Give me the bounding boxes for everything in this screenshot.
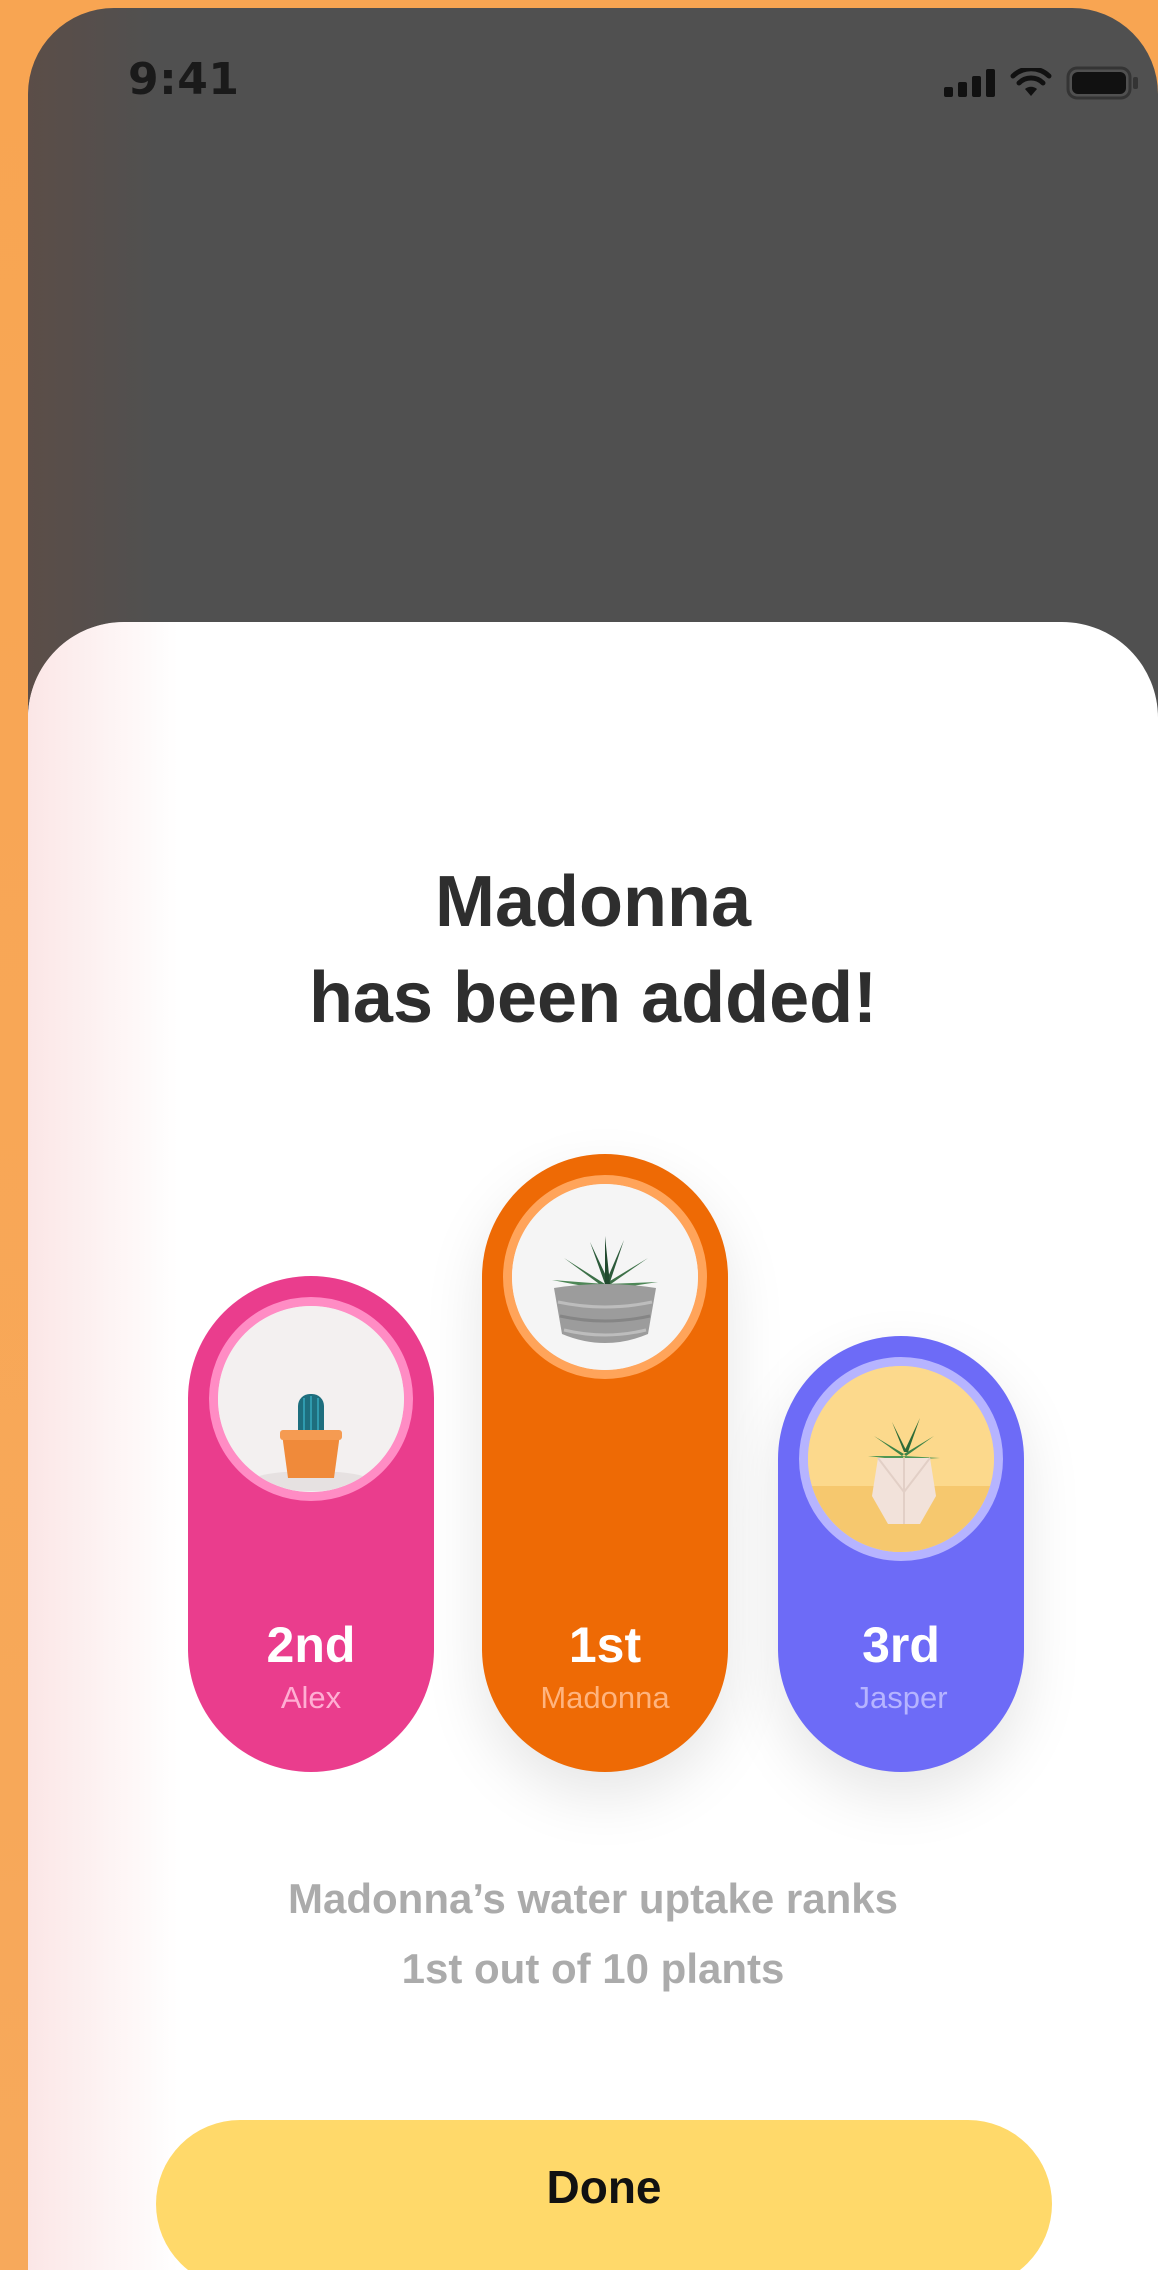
rank-label: 3rd [862,1617,940,1673]
caption-line-2: 1st out of 10 plants [401,1945,785,1992]
plant-name: Madonna [540,1680,670,1715]
bottom-sheet: Madonna has been added! 2nd Alex 1st Mad… [28,622,1158,2270]
succulent-gray-pot-photo [512,1184,698,1370]
plant-photo-alex [209,1297,413,1501]
podium-third-place[interactable]: 3rd Jasper [778,1336,1024,1772]
podium-first-place[interactable]: 1st Madonna [482,1154,728,1772]
status-time: 9:41 [128,54,240,105]
rank-label: 2nd [266,1617,356,1673]
plant-name: Alex [280,1680,342,1715]
title-line-1: Madonna [435,862,751,942]
done-button[interactable]: Done [156,2120,1052,2270]
succulent-geometric-pot-photo [808,1366,994,1552]
wifi-icon [1010,68,1052,96]
caption-line-1: Madonna’s water uptake ranks [288,1875,898,1922]
cactus-photo [218,1306,404,1492]
rank-label: 1st [568,1617,642,1673]
status-icons [944,66,1140,100]
podium-second-place[interactable]: 2nd Alex [188,1276,434,1772]
plant-photo-madonna [503,1175,707,1379]
cellular-signal-icon [944,69,995,97]
plant-photo-jasper [799,1357,1003,1561]
plant-name: Jasper [854,1680,948,1715]
ranking-caption: Madonna’s water uptake ranks 1st out of … [28,1864,1158,2004]
done-button-label: Done [546,2161,662,2213]
phone-screen: 9:41 Madonna has been added! 2nd Alex 1s… [28,8,1158,2270]
title-line-2: has been added! [308,958,878,1038]
battery-icon [1066,66,1138,100]
confirmation-title: Madonna has been added! [28,854,1158,1046]
status-bar: 9:41 [28,8,1158,148]
